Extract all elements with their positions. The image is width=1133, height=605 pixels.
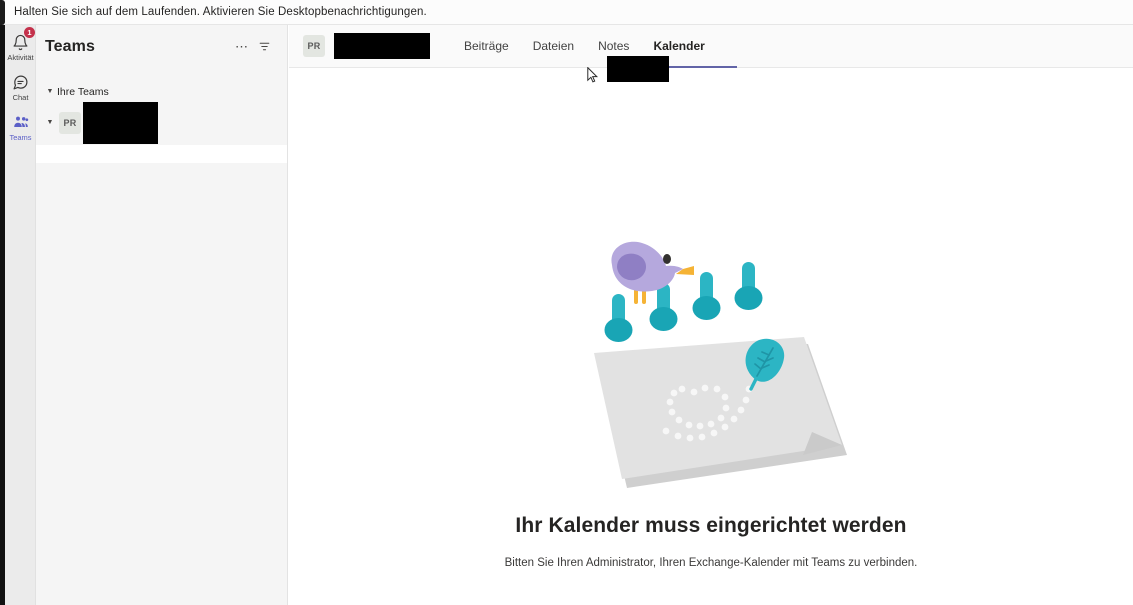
channel-header-avatar: PR <box>303 35 325 57</box>
empty-state-subtitle: Bitten Sie Ihren Administrator, Ihren Ex… <box>504 557 918 569</box>
notification-banner-text: Halten Sie sich auf dem Laufenden. Aktiv… <box>14 6 427 18</box>
rail-item-activity[interactable]: 1 Aktivität <box>5 27 36 67</box>
chevron-down-icon: ▼ <box>46 88 54 95</box>
tab-dateien-label: Dateien <box>532 38 575 53</box>
team-name-redacted <box>83 102 158 144</box>
channel-list-item-selected[interactable] <box>36 145 287 163</box>
team-avatar: PR <box>59 112 81 134</box>
teams-panel-header: Teams ⋯ <box>36 25 287 68</box>
bird-shape <box>611 241 694 292</box>
rail-item-teams-label: Teams <box>9 133 32 142</box>
tab-dateien[interactable]: Dateien <box>521 25 586 68</box>
calendar-empty-state: Ihr Kalender muss eingerichtet werden Bi… <box>289 68 1133 605</box>
main-content: PR Beiträge Dateien Notes Kalender Ihr K… <box>289 25 1133 605</box>
calendar-bird-illustration <box>590 240 860 498</box>
teams-icon <box>12 112 30 132</box>
page-title: Teams <box>45 37 96 55</box>
rail-item-chat-label: Chat <box>12 93 29 102</box>
rail-item-activity-label: Aktivität <box>7 53 34 62</box>
bell-icon: 1 <box>12 27 35 52</box>
your-teams-label: Ihre Teams <box>57 86 109 98</box>
rail-item-teams[interactable]: Teams <box>5 109 36 147</box>
empty-state-title: Ihr Kalender muss eingerichtet werden <box>515 514 907 537</box>
channel-title-redacted <box>334 33 430 59</box>
activity-badge-count: 1 <box>24 27 35 38</box>
channel-tab-bar: PR Beiträge Dateien Notes Kalender <box>289 25 1133 83</box>
tab-beitraege-label: Beiträge <box>464 38 509 53</box>
chevron-down-icon[interactable]: ▼ <box>44 117 56 129</box>
team-list-item[interactable]: ▼ PR <box>36 101 287 145</box>
teams-list-panel: Teams ⋯ ▼ Ihre Teams ▼ PR <box>36 25 288 605</box>
chat-icon <box>12 72 29 92</box>
rail-item-chat[interactable]: Chat <box>5 69 36 107</box>
tab-kalender-label: Kalender <box>653 38 705 53</box>
app-rail: 1 Aktivität Chat Teams <box>5 25 36 605</box>
teams-app-window: Halten Sie sich auf dem Laufenden. Aktiv… <box>0 0 1133 605</box>
filter-icon[interactable] <box>253 36 275 58</box>
desktop-notification-banner[interactable]: Halten Sie sich auf dem Laufenden. Aktiv… <box>0 0 1133 25</box>
banner-left-accent <box>0 0 5 25</box>
your-teams-section-header[interactable]: ▼ Ihre Teams <box>36 83 287 101</box>
tab-beitraege[interactable]: Beiträge <box>452 25 521 68</box>
tab-strip: Beiträge Dateien Notes Kalender <box>452 25 738 68</box>
tab-notes-label: Notes <box>598 38 630 53</box>
ellipsis-icon[interactable]: ⋯ <box>231 36 253 58</box>
